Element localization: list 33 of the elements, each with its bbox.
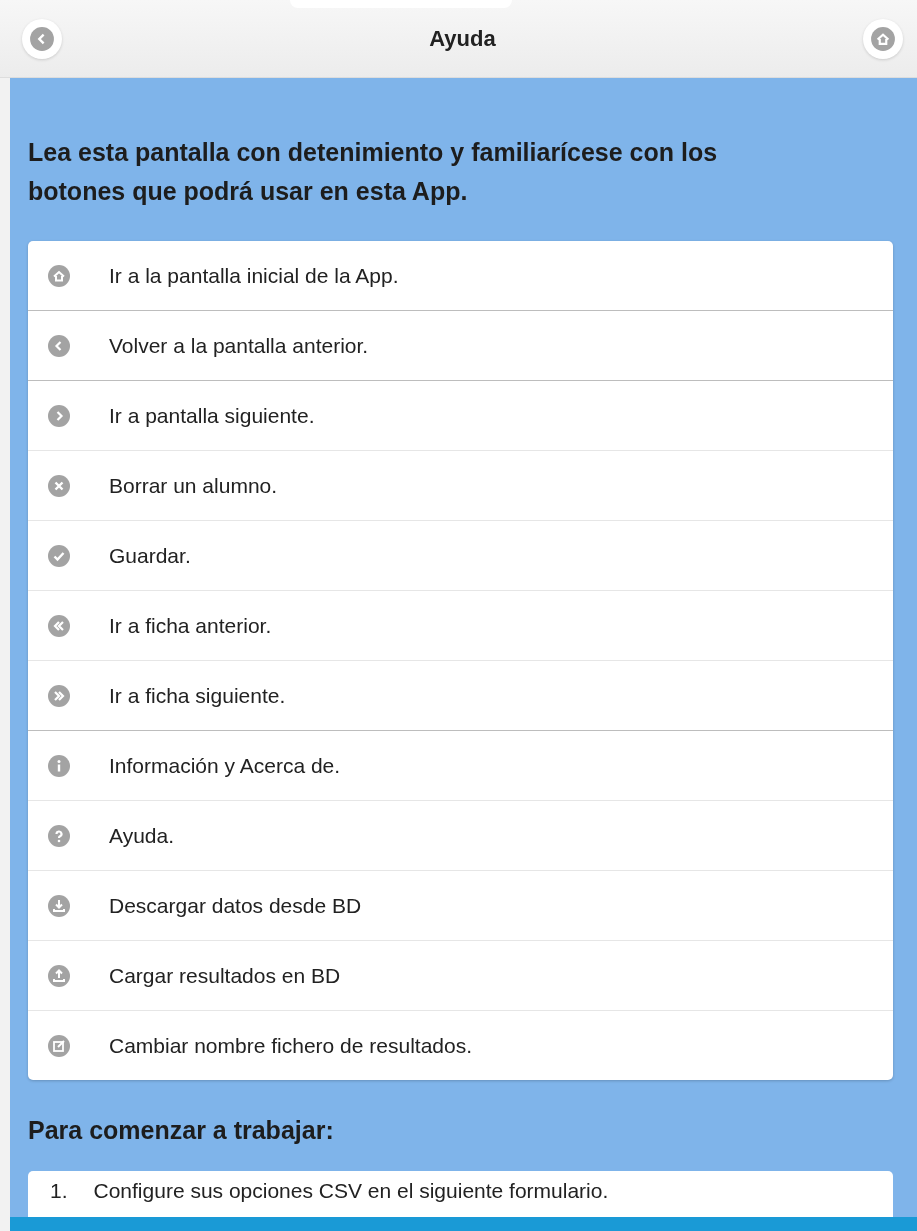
delete-icon <box>47 473 71 498</box>
download-icon <box>47 893 71 918</box>
back-icon <box>47 333 71 358</box>
help-item-text: Ayuda. <box>109 823 174 848</box>
help-item-text: Descargar datos desde BD <box>109 893 362 918</box>
step-text: Configure sus opciones CSV en el siguiente formulario. <box>93 1179 609 1204</box>
next-icon <box>47 403 71 428</box>
help-item-text: Volver a la pantalla anterior. <box>109 333 369 358</box>
check-icon <box>47 543 71 568</box>
home-icon <box>870 26 896 52</box>
info-icon <box>47 753 71 778</box>
help-item-text: Ir a pantalla siguiente. <box>109 403 315 428</box>
help-item-text: Borrar un alumno. <box>109 473 278 498</box>
section-heading: Para comenzar a trabajar: <box>28 1116 335 1145</box>
help-item-text: Guardar. <box>109 543 191 568</box>
upload-icon <box>47 963 71 988</box>
home-icon <box>47 263 71 288</box>
help-item-text: Ir a ficha siguiente. <box>109 683 286 708</box>
edit-icon <box>47 1033 71 1058</box>
help-item-text: Información y Acerca de. <box>109 753 341 778</box>
help-item-text: Ir a la pantalla inicial de la App. <box>109 263 399 288</box>
back-icon <box>29 26 55 52</box>
help-icon <box>47 823 71 848</box>
rewind-icon <box>47 613 71 638</box>
help-item-text: Cambiar nombre fichero de resultados. <box>109 1033 472 1058</box>
home-button[interactable] <box>863 19 903 59</box>
help-item-text: Cargar resultados en BD <box>109 963 341 988</box>
help-item-text: Ir a ficha anterior. <box>109 613 272 638</box>
fast-forward-icon <box>47 683 71 708</box>
step-number: 1. <box>50 1179 68 1204</box>
screen-title: Ayuda <box>429 26 496 52</box>
intro-text: Lea esta pantalla con detenimiento y familiarícese con los botones que podrá usar en esta App. <box>28 137 719 207</box>
back-button[interactable] <box>22 19 62 59</box>
